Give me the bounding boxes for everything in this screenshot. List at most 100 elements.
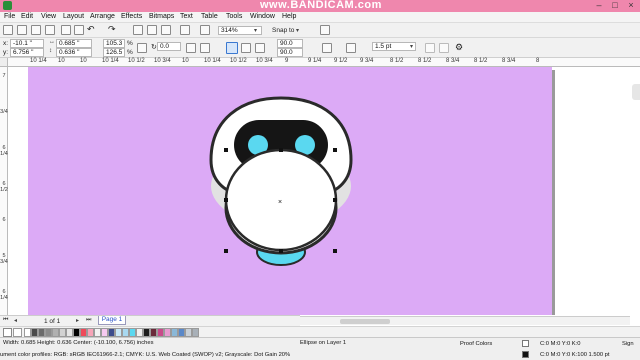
save-icon[interactable] xyxy=(31,25,41,35)
open-icon[interactable] xyxy=(17,25,27,35)
no-color-icon[interactable] xyxy=(13,328,22,337)
x-position-field[interactable]: -10.1 " xyxy=(10,39,44,48)
pie-icon[interactable] xyxy=(241,43,251,53)
horizontal-ruler[interactable]: 10 1/4 10 10 10 1/4 10 1/2 10 3/4 10 10 … xyxy=(8,58,640,67)
selection-handle[interactable] xyxy=(279,148,283,152)
snap-to-button[interactable]: Snap to xyxy=(272,27,294,34)
menu-tools[interactable]: Tools xyxy=(226,13,242,20)
menu-help[interactable]: Help xyxy=(282,13,296,20)
wrap-text-icon[interactable] xyxy=(346,43,356,53)
selection-handle[interactable] xyxy=(279,249,283,253)
menu-edit[interactable]: Edit xyxy=(21,13,33,20)
scale-width-field[interactable]: 105.3 xyxy=(103,39,125,48)
proof-colors-toggle[interactable]: Proof Colors xyxy=(460,341,492,347)
new-icon[interactable] xyxy=(3,25,13,35)
selection-handle[interactable] xyxy=(224,198,228,202)
copy-icon[interactable] xyxy=(74,25,84,35)
menu-arrange[interactable]: Arrange xyxy=(90,13,115,20)
palette-swatch[interactable] xyxy=(171,328,178,337)
undo-icon[interactable]: ↶ xyxy=(87,25,97,35)
menu-text[interactable]: Text xyxy=(180,13,193,20)
palette-swatch[interactable] xyxy=(129,328,136,337)
palette-swatch[interactable] xyxy=(94,328,101,337)
palette-swatch[interactable] xyxy=(143,328,150,337)
menu-layout[interactable]: Layout xyxy=(63,13,84,20)
selection-handle[interactable] xyxy=(333,198,337,202)
palette-swatch[interactable] xyxy=(178,328,185,337)
selection-handle[interactable] xyxy=(333,249,337,253)
palette-swatch[interactable] xyxy=(192,328,199,337)
import-icon[interactable] xyxy=(133,25,143,35)
redo-icon[interactable]: ↷ xyxy=(108,25,118,35)
ellipse-icon[interactable] xyxy=(226,42,238,54)
palette-swatch[interactable] xyxy=(80,328,87,337)
height-field[interactable]: 0.636 " xyxy=(56,48,92,57)
ruler-corner[interactable] xyxy=(0,58,8,67)
palette-swatch[interactable] xyxy=(150,328,157,337)
next-page-icon[interactable]: ▸ xyxy=(76,317,79,324)
launch-icon[interactable] xyxy=(161,25,171,35)
chevron-down-icon[interactable]: ▾ xyxy=(410,43,413,50)
menu-window[interactable]: Window xyxy=(250,13,275,20)
end-angle-field[interactable]: 90.0 xyxy=(277,48,303,57)
y-position-field[interactable]: 6.756 " xyxy=(10,48,44,57)
scale-height-field[interactable]: 126.5 xyxy=(103,48,125,57)
palette-swatch[interactable] xyxy=(108,328,115,337)
palette-swatch[interactable] xyxy=(66,328,73,337)
selection-handle[interactable] xyxy=(224,148,228,152)
palette-swatch[interactable] xyxy=(24,328,31,337)
palette-swatch[interactable] xyxy=(87,328,94,337)
chevron-down-icon[interactable]: ▾ xyxy=(254,27,257,34)
docker-handle[interactable] xyxy=(632,84,640,100)
to-back-icon[interactable] xyxy=(439,43,449,53)
menu-view[interactable]: View xyxy=(41,13,56,20)
selection-handle[interactable] xyxy=(333,148,337,152)
start-angle-field[interactable]: 90.0 xyxy=(277,39,303,48)
palette-swatch[interactable] xyxy=(73,328,80,337)
menu-effects[interactable]: Effects xyxy=(121,13,142,20)
palette-swatch[interactable] xyxy=(157,328,164,337)
first-page-icon[interactable]: ⏮ xyxy=(3,317,8,324)
vertical-ruler[interactable]: 7 3/4 6 1/4 6 1/2 6 5 3/4 6 1/4 xyxy=(0,67,8,315)
palette-swatch[interactable] xyxy=(164,328,171,337)
width-field[interactable]: 0.685 " xyxy=(56,39,92,48)
gear-icon[interactable]: ⚙ xyxy=(455,43,465,53)
rotation-field[interactable]: 0.0 xyxy=(157,42,181,51)
minimize-icon[interactable]: – xyxy=(592,0,606,11)
print-icon[interactable] xyxy=(45,25,55,35)
mirror-v-icon[interactable] xyxy=(200,43,210,53)
palette-swatch[interactable] xyxy=(38,328,45,337)
lock-icon[interactable] xyxy=(137,43,147,53)
horizontal-scrollbar[interactable] xyxy=(300,316,630,325)
search-icon[interactable] xyxy=(180,25,190,35)
outline-pen-icon[interactable] xyxy=(522,351,529,358)
cut-icon[interactable] xyxy=(61,25,71,35)
center-marker-icon[interactable]: × xyxy=(278,199,282,206)
mirror-h-icon[interactable] xyxy=(186,43,196,53)
arc-icon[interactable] xyxy=(255,43,265,53)
palette-scroll-left-icon[interactable] xyxy=(3,328,12,337)
palette-swatch[interactable] xyxy=(52,328,59,337)
menu-file[interactable]: File xyxy=(4,13,15,20)
palette-swatch[interactable] xyxy=(31,328,38,337)
palette-swatch[interactable] xyxy=(101,328,108,337)
page-tab[interactable]: Page 1 xyxy=(98,316,126,325)
selection-handle[interactable] xyxy=(224,249,228,253)
print-merge-icon[interactable] xyxy=(200,25,210,35)
palette-swatch[interactable] xyxy=(122,328,129,337)
direction-icon[interactable] xyxy=(322,43,332,53)
close-icon[interactable]: × xyxy=(624,0,638,11)
fill-bucket-icon[interactable] xyxy=(522,340,529,347)
palette-swatch[interactable] xyxy=(185,328,192,337)
export-icon[interactable] xyxy=(147,25,157,35)
options-icon[interactable] xyxy=(320,25,330,35)
menu-bitmaps[interactable]: Bitmaps xyxy=(149,13,174,20)
scrollbar-thumb[interactable] xyxy=(340,319,390,324)
maximize-icon[interactable]: □ xyxy=(608,0,622,11)
to-front-icon[interactable] xyxy=(425,43,435,53)
menu-table[interactable]: Table xyxy=(201,13,218,20)
palette-swatch[interactable] xyxy=(45,328,52,337)
palette-swatch[interactable] xyxy=(136,328,143,337)
last-page-icon[interactable]: ⏭ xyxy=(86,317,91,324)
palette-swatch[interactable] xyxy=(59,328,66,337)
